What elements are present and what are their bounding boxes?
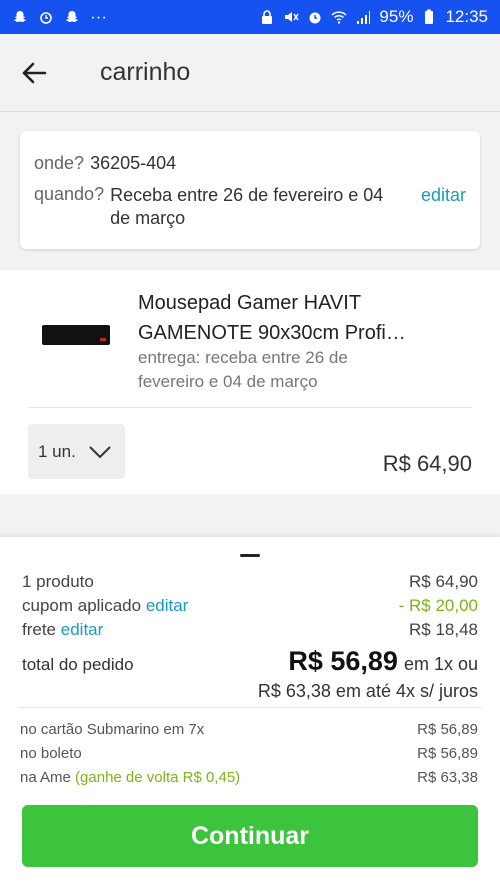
delivery-card: onde? 36205-404 quando? Receba entre 26 … xyxy=(20,131,480,249)
lock-icon xyxy=(262,10,273,24)
drag-handle[interactable] xyxy=(240,554,260,557)
total-label: total do pedido xyxy=(22,655,134,674)
divider xyxy=(18,707,482,708)
payment-option-label: na Ame xyxy=(20,768,71,786)
payment-option-value: R$ 63,38 xyxy=(417,768,478,786)
product-image[interactable] xyxy=(42,325,110,345)
products-value: R$ 64,90 xyxy=(409,572,478,591)
page-title: carrinho xyxy=(100,58,191,86)
shipping-label: frete xyxy=(22,620,57,639)
total-value: R$ 56,89 xyxy=(288,646,398,676)
where-label: onde? xyxy=(34,153,85,173)
item-price: R$ 64,90 xyxy=(382,451,472,476)
edit-shipping-link[interactable]: editar xyxy=(61,620,104,639)
coupon-label: cupom aplicado xyxy=(22,596,142,615)
battery-icon xyxy=(425,9,434,24)
snapchat-icon-2 xyxy=(66,11,78,23)
divider xyxy=(28,407,472,408)
product-delivery: entrega: receba entre 26 de fevereiro e … xyxy=(138,348,348,391)
wifi-icon xyxy=(331,11,347,24)
where-row: onde? 36205-404 xyxy=(34,153,466,174)
payment-option-value: R$ 56,89 xyxy=(417,720,478,738)
coupon-value: - R$ 20,00 xyxy=(398,596,478,615)
order-summary: 1 produto R$ 64,90 cupom aplicado editar… xyxy=(0,537,500,889)
total-suffix: em 1x ou xyxy=(403,654,478,674)
shipping-line: frete editar R$ 18,48 xyxy=(22,618,478,642)
payment-option-value: R$ 56,89 xyxy=(417,744,478,762)
payment-option-label: no boleto xyxy=(20,744,82,762)
product-name[interactable]: Mousepad Gamer HAVIT GAMENOTE 90x30cm Pr… xyxy=(138,288,438,348)
mute-icon xyxy=(285,12,300,22)
app-bar: carrinho xyxy=(0,34,500,112)
shipping-value: R$ 18,48 xyxy=(409,620,478,639)
quantity-select[interactable]: 1 un. xyxy=(28,424,125,479)
zip-code: 36205-404 xyxy=(90,153,177,173)
status-bar: ··· 95% 12:35 xyxy=(0,0,500,34)
alarm-icon xyxy=(40,12,52,24)
payment-option-card: no cartão Submarino em 7x R$ 56,89 xyxy=(20,717,478,741)
total-line: total do pedido R$ 56,89 em 1x ou xyxy=(22,646,478,677)
quantity-value: 1 un. xyxy=(38,441,76,461)
edit-coupon-link[interactable]: editar xyxy=(146,596,189,615)
cashback-text: (ganhe de volta R$ 0,45) xyxy=(75,768,241,786)
chevron-down-icon xyxy=(89,445,111,458)
back-button[interactable] xyxy=(4,43,64,103)
arrow-back-icon xyxy=(22,62,47,83)
battery-percent: 95% xyxy=(379,7,414,26)
when-row: quando? Receba entre 26 de fevereiro e 0… xyxy=(34,184,466,230)
continue-button[interactable]: Continuar xyxy=(22,805,478,867)
installments-text: R$ 63,38 em até 4x s/ juros xyxy=(257,681,478,701)
cart-item: Mousepad Gamer HAVIT GAMENOTE 90x30cm Pr… xyxy=(0,270,500,494)
clock: 12:35 xyxy=(445,7,488,26)
snapchat-icon xyxy=(14,11,26,23)
alarm-status-icon xyxy=(309,12,321,24)
when-label: quando? xyxy=(34,184,105,204)
products-label: 1 produto xyxy=(22,572,94,591)
more-notifications-icon: ··· xyxy=(90,7,107,26)
delivery-window: Receba entre 26 de fevereiro e 04 de mar… xyxy=(110,185,384,228)
signal-icon xyxy=(357,11,371,24)
products-line: 1 produto R$ 64,90 xyxy=(22,570,478,594)
payment-option-boleto: no boleto R$ 56,89 xyxy=(20,741,478,765)
payment-options: no cartão Submarino em 7x R$ 56,89 no bo… xyxy=(20,717,478,789)
payment-option-ame: na Ame (ganhe de volta R$ 0,45) R$ 63,38 xyxy=(20,765,478,789)
coupon-line: cupom aplicado editar - R$ 20,00 xyxy=(22,594,478,618)
payment-option-label: no cartão Submarino em 7x xyxy=(20,720,205,738)
edit-delivery-link[interactable]: editar xyxy=(421,185,466,206)
